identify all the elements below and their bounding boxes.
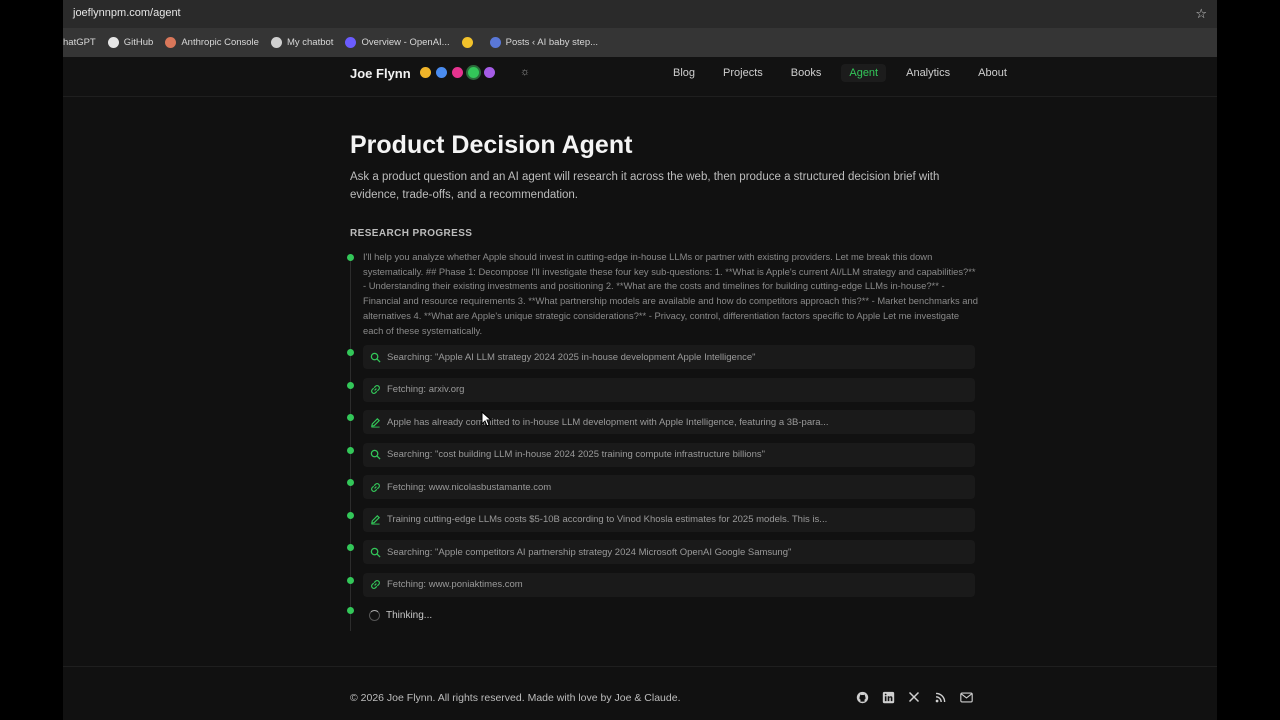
nav-item-blog[interactable]: Blog	[665, 64, 703, 82]
bookmark-label: My chatbot	[286, 37, 334, 48]
nav-item-analytics[interactable]: Analytics	[898, 64, 958, 82]
research-step-note[interactable]: Apple has already committed to in-house …	[363, 410, 975, 434]
mail-icon[interactable]	[959, 690, 973, 704]
theme-color-dot[interactable]	[484, 67, 495, 78]
thinking-label: Thinking...	[386, 610, 433, 621]
bookmark-label: Overview - OpenAI...	[361, 37, 450, 48]
bookmark-item[interactable]: Anthropic Console	[165, 37, 259, 48]
search-icon	[369, 449, 381, 461]
search-icon	[369, 546, 381, 558]
research-step-search[interactable]: Searching: "Apple AI LLM strategy 2024 2…	[363, 345, 975, 369]
bookmark-label: GitHub	[123, 37, 154, 48]
bookmark-item[interactable]: Posts ‹ AI baby step...	[489, 37, 599, 48]
bookmark-label: hatGPT	[63, 37, 96, 48]
research-step-search[interactable]: Searching: "Apple competitors AI partner…	[363, 540, 975, 564]
link-icon	[369, 579, 381, 591]
research-step-fetch[interactable]: Fetching: www.poniaktimes.com	[363, 572, 975, 597]
link-icon	[369, 481, 381, 493]
nav-item-books[interactable]: Books	[783, 64, 830, 82]
x-icon[interactable]	[907, 690, 921, 704]
github-icon[interactable]	[855, 690, 869, 704]
site-footer: © 2026 Joe Flynn. All rights reserved. M…	[63, 666, 1217, 720]
research-step-search[interactable]: Searching: "cost building LLM in-house 2…	[363, 442, 975, 467]
research-step-note[interactable]: Training cutting-edge LLMs costs $5-10B …	[363, 507, 975, 532]
address-bar[interactable]: joeflynnpm.com/agent ☆	[63, 0, 1217, 28]
note-icon	[461, 37, 473, 48]
theme-color-dot[interactable]	[420, 67, 431, 78]
pencil-icon	[369, 416, 381, 428]
step-text: Training cutting-edge LLMs costs $5-10B …	[387, 514, 828, 525]
step-text: Searching: "cost building LLM in-house 2…	[387, 449, 765, 460]
timeline-dot	[347, 544, 354, 551]
url-text[interactable]: joeflynnpm.com/agent	[73, 7, 181, 19]
anthropic-icon	[165, 37, 177, 48]
bookmark-label: Anthropic Console	[181, 37, 259, 48]
step-text: Searching: "Apple AI LLM strategy 2024 2…	[387, 351, 756, 363]
bookmark-label: Posts ‹ AI baby step...	[505, 37, 599, 48]
research-progress-label: RESEARCH PROGRESS	[350, 228, 473, 239]
openai-icon	[345, 37, 357, 48]
main-nav: Blog Projects Books Agent Analytics About	[653, 57, 1015, 89]
bookmark-item[interactable]: GitHub	[107, 37, 154, 48]
timeline-dot	[347, 381, 354, 389]
loading-spinner-icon	[369, 610, 380, 621]
github-icon	[107, 37, 119, 48]
search-icon	[369, 351, 381, 363]
theme-color-dot[interactable]	[436, 67, 447, 78]
page-subtitle: Ask a product question and an AI agent w…	[350, 171, 940, 201]
social-links	[855, 690, 973, 704]
thinking-indicator: Thinking...	[369, 610, 432, 621]
step-text: Fetching: arxiv.org	[387, 384, 465, 395]
bookmark-item[interactable]	[461, 37, 478, 48]
site-brand[interactable]: Joe Flynn	[350, 66, 411, 81]
page-title: Product Decision Agent	[350, 131, 633, 159]
site-header: Joe Flynn ☼ Blog Projects Books Agent Analyt…	[63, 57, 1217, 97]
step-text: Apple has already committed to in-house …	[387, 416, 829, 428]
link-icon	[369, 384, 381, 396]
mouse-cursor-icon	[481, 411, 491, 427]
browser-window: joeflynnpm.com/agent ☆ hatGPT GitHub Anthr…	[63, 0, 1217, 720]
timeline-dot	[347, 576, 354, 584]
step-text: Searching: "Apple competitors AI partner…	[387, 546, 792, 558]
wordpress-icon	[489, 37, 501, 48]
chatbot-icon	[270, 37, 282, 48]
nav-item-agent[interactable]: Agent	[841, 64, 887, 82]
theme-color-dot[interactable]	[468, 67, 479, 78]
timeline-dot	[347, 479, 354, 486]
theme-color-picker	[420, 67, 495, 78]
pencil-icon	[369, 514, 381, 526]
linkedin-icon[interactable]	[881, 690, 895, 704]
bookmark-item[interactable]: Overview - OpenAI...	[345, 37, 450, 48]
research-step-fetch[interactable]: Fetching: arxiv.org	[363, 377, 975, 402]
research-step-fetch[interactable]: Fetching: www.nicolasbustamante.com	[363, 475, 975, 499]
copyright-text: © 2026 Joe Flynn. All rights reserved. M…	[350, 692, 681, 704]
bookmark-star-icon[interactable]: ☆	[1195, 6, 1207, 22]
timeline-dot	[347, 607, 354, 614]
theme-toggle-sun-icon[interactable]: ☼	[520, 66, 530, 78]
rss-icon[interactable]	[933, 690, 947, 704]
bookmark-item[interactable]: My chatbot	[270, 37, 334, 48]
step-text: Fetching: www.nicolasbustamante.com	[387, 481, 552, 493]
step-text: Fetching: www.poniaktimes.com	[387, 579, 523, 590]
timeline-dot	[347, 511, 354, 519]
bookmark-item[interactable]: hatGPT	[63, 37, 96, 48]
theme-color-dot[interactable]	[452, 67, 463, 78]
timeline-dot	[347, 414, 354, 421]
timeline-dot	[347, 254, 354, 261]
timeline-dot	[347, 446, 354, 454]
nav-item-about[interactable]: About	[970, 64, 1015, 82]
bookmarks-bar: hatGPT GitHub Anthropic Console My chatbot O…	[63, 28, 1217, 57]
timeline-dot	[347, 349, 354, 356]
agent-intro-text: I'll help you analyze whether Apple shou…	[363, 251, 978, 336]
nav-item-projects[interactable]: Projects	[715, 64, 771, 82]
timeline-line	[350, 256, 351, 631]
